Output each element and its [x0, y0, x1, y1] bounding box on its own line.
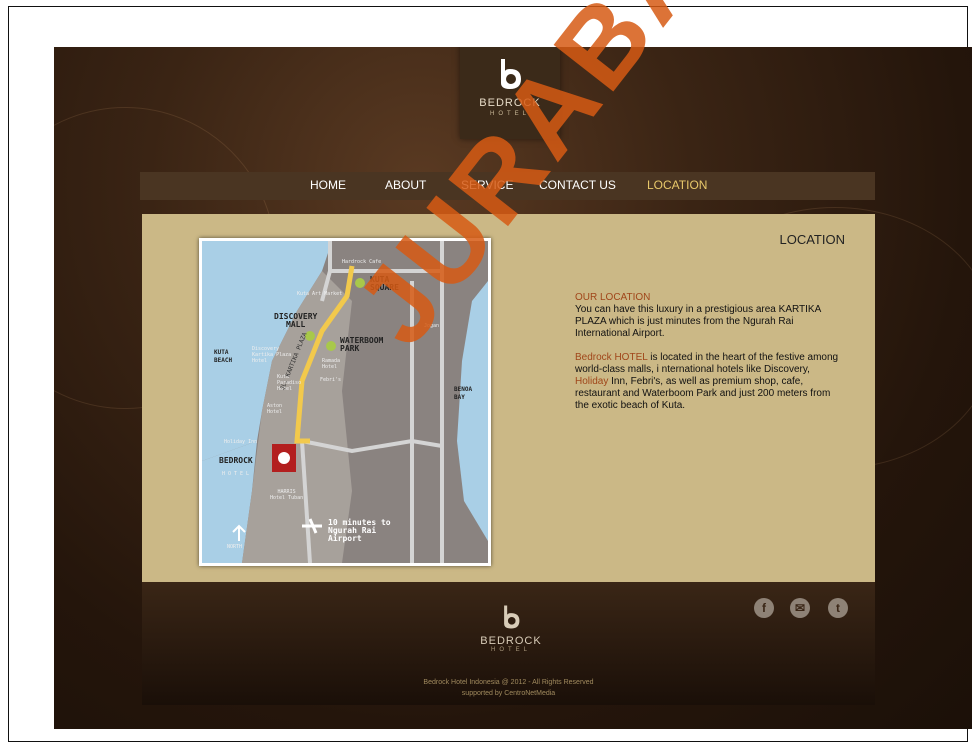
map-label-discovery-plaza: Discovery Kartika Plaza Hotel — [252, 346, 292, 364]
location-info: OUR LOCATION You can have this luxury in… — [575, 292, 845, 424]
main-nav: HOME ABOUT SERVICE CONTACT US LOCATION — [140, 172, 875, 200]
hotel-logo[interactable]: BEDROCK HOTEL — [460, 47, 560, 139]
map-label-discovery: DISCOVERY MALL — [274, 312, 318, 329]
content-panel: LOCATION Hardrock Cafe KUTA SQUARE Kuta … — [142, 214, 875, 582]
nav-service[interactable]: SERVICE — [461, 178, 513, 192]
facebook-icon[interactable]: f — [754, 598, 774, 618]
map-label-holiday-inn: Holiday Inn — [224, 439, 258, 445]
info-holiday-highlight: Holiday — [575, 376, 609, 387]
footer: f ✉ t BEDROCK HOTEL Bedrock Hotel Indone… — [142, 582, 875, 705]
logo-sub: HOTEL — [489, 111, 530, 117]
map-label-benoa: BENOA BAY — [454, 386, 473, 401]
map-label-art-market: Kuta Art Market — [297, 291, 343, 297]
footer-logo-name: BEDROCK — [480, 635, 542, 647]
info-paragraph-2: Bedrock HOTEL is located in the heart of… — [575, 352, 845, 412]
screenshot-frame: BEDROCK HOTEL HOME ABOUT SERVICE CONTACT… — [8, 6, 972, 742]
map-graphic — [202, 241, 488, 563]
info-paragraph-1: You can have this luxury in a prestigiou… — [575, 304, 821, 339]
map-label-aston: Aston Hotel — [267, 403, 283, 415]
footer-logo[interactable]: BEDROCK HOTEL — [476, 604, 546, 653]
nav-home[interactable]: HOME — [310, 178, 346, 192]
map-label-hardrock: Hardrock Cafe — [342, 259, 382, 265]
twitter-icon[interactable]: t — [828, 598, 848, 618]
footer-logo-icon — [504, 605, 520, 629]
location-map: Hardrock Cafe KUTA SQUARE Kuta Art Marke… — [199, 238, 491, 566]
map-label-kuta-beach: KUTA BEACH — [214, 349, 233, 364]
supported-text: supported by CentroNetMedia — [461, 690, 556, 697]
email-icon[interactable]: ✉ — [790, 598, 810, 618]
website: BEDROCK HOTEL HOME ABOUT SERVICE CONTACT… — [54, 47, 972, 729]
map-label-febris: Febri's — [320, 377, 342, 383]
map-label-kuta-square: KUTA SQUARE — [370, 275, 399, 292]
map-label-airport: 10 minutes to Ngurah Rai Airport — [328, 518, 391, 543]
footer-logo-sub: HOTEL — [490, 647, 531, 653]
map-label-ramada: Ramada Hotel — [322, 358, 341, 370]
map-label-bedrock-sub: HOTEL — [222, 471, 253, 477]
nav-contact-us[interactable]: CONTACT US — [539, 178, 616, 192]
nav-location[interactable]: LOCATION — [647, 178, 707, 192]
copyright-text: Bedrock Hotel Indonesia @ 2012 - All Rig… — [423, 679, 594, 686]
info-hotel-highlight: Bedrock HOTEL — [575, 352, 648, 363]
map-label-waterboom: WATERBOOM PARK — [340, 336, 384, 353]
map-label-bedrock: BEDROCK — [219, 456, 253, 465]
nav-about[interactable]: ABOUT — [385, 178, 426, 192]
info-heading: OUR LOCATION — [575, 292, 651, 303]
map-label-jogan: Jogan — [424, 323, 440, 329]
footer-copyright: Bedrock Hotel Indonesia @ 2012 - All Rig… — [142, 677, 875, 699]
map-label-harris: HARRIS Hotel Tuban — [270, 489, 304, 501]
map-label-north: NORTH — [227, 544, 243, 550]
logo-name: BEDROCK — [479, 97, 541, 109]
info-text: Inn, Febri's, as well as premium shop, c… — [575, 376, 831, 411]
logo-icon — [501, 59, 521, 89]
page-title: LOCATION — [779, 232, 846, 247]
